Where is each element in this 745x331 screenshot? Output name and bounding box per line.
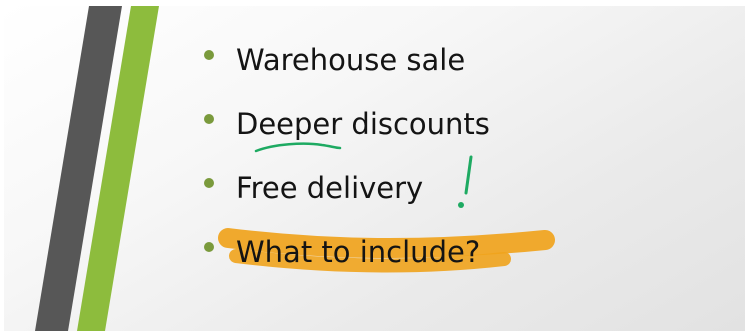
bullet-dot [204, 242, 214, 252]
bullet-dot [204, 114, 214, 124]
bullet-text: Deeper discounts [236, 107, 490, 141]
bullet-text: Warehouse sale [236, 43, 466, 77]
bullet-dot [204, 178, 214, 188]
bullet-text: What to include? [236, 235, 481, 269]
bullet-dot [204, 50, 214, 60]
presentation-slide: Warehouse sale Deeper discounts Free del… [4, 6, 745, 331]
bullet-text: Free delivery [236, 171, 424, 205]
screenshot-frame: Warehouse sale Deeper discounts Free del… [0, 0, 745, 331]
